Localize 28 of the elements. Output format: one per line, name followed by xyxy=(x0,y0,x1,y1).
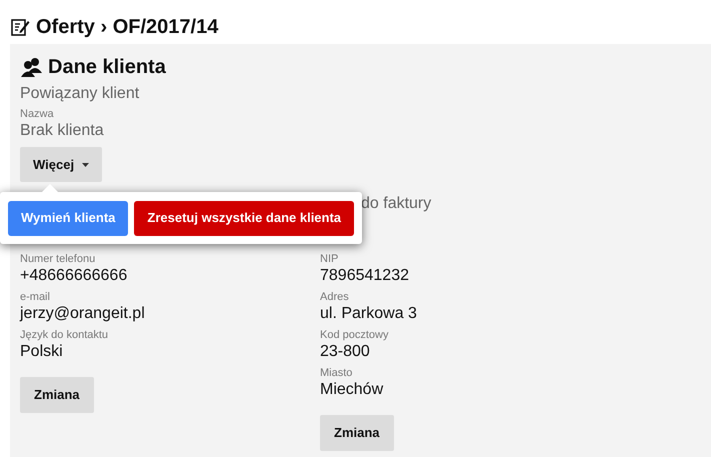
users-icon xyxy=(20,57,44,77)
panel-title: Dane klienta xyxy=(48,55,166,80)
field-label: Miasto xyxy=(320,366,354,380)
edit-document-icon xyxy=(10,17,30,37)
field-label: Numer telefonu xyxy=(20,252,96,266)
field-value: Polski xyxy=(20,342,64,361)
field-value: Miechów xyxy=(320,380,384,399)
page-title: Oferty › OF/2017/14 xyxy=(36,15,218,39)
caret-icon xyxy=(82,162,90,166)
field-value: Brak klienta xyxy=(20,121,105,140)
section-heading: do faktury xyxy=(361,194,432,214)
replace-button[interactable]: Wymień klienta xyxy=(8,200,128,236)
field-value: 7896541232 xyxy=(320,266,410,285)
field-label: Nazwa xyxy=(20,107,55,121)
field-value: ul. Parkowa 3 xyxy=(320,304,418,323)
more-button[interactable]: Więcej xyxy=(20,147,102,182)
field-label: Adres xyxy=(320,290,350,304)
change-button[interactable]: Zmiana xyxy=(20,377,94,413)
field-value: +48666666666 xyxy=(20,266,128,285)
field-label: e-mail xyxy=(20,290,51,304)
field-label: Język do kontaktu xyxy=(20,328,110,342)
field-value: 23-800 xyxy=(320,342,371,361)
section-heading: Powiązany klient xyxy=(20,84,140,104)
reset-button[interactable]: Zresetuj wszystkie dane klienta xyxy=(134,200,354,236)
field-label: Kod pocztowy xyxy=(320,328,390,342)
field-value: jerzy@orangeit.pl xyxy=(20,304,146,323)
change-button[interactable]: Zmiana xyxy=(320,415,394,451)
field-label: NIP xyxy=(320,252,340,266)
